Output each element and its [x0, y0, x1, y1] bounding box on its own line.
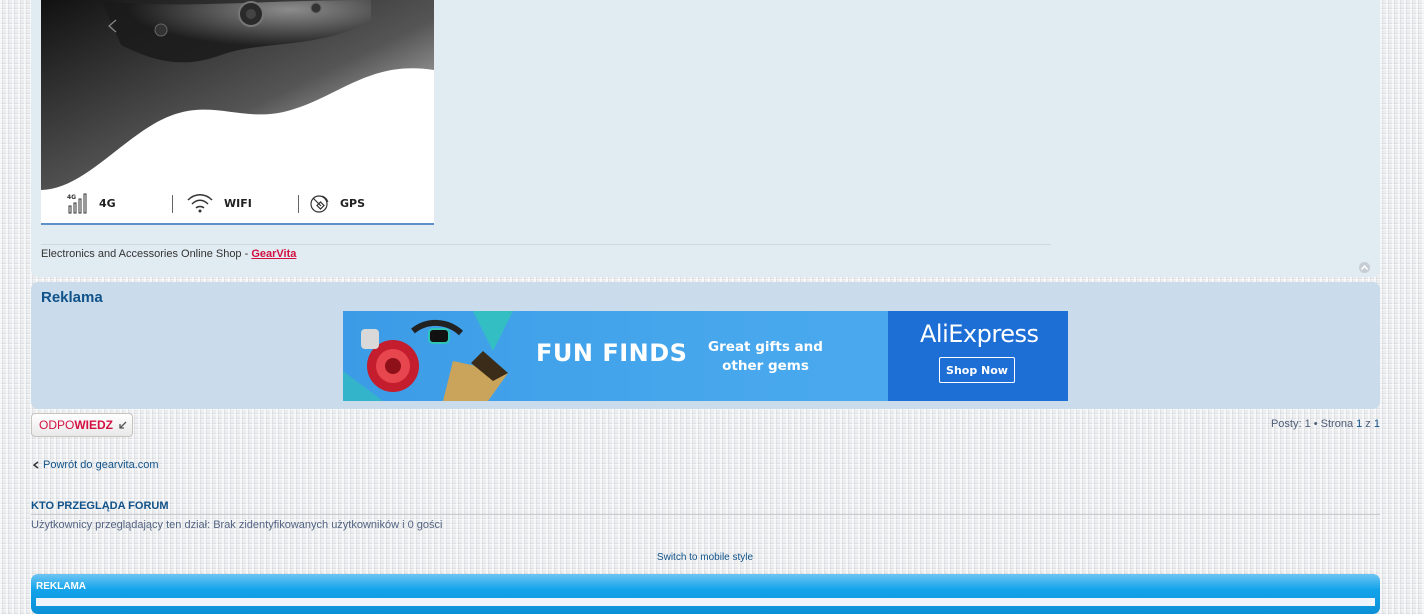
who-is-online-title: KTO PRZEGLĄDA FORUM	[31, 500, 169, 512]
gps-icon	[310, 195, 329, 213]
reply-label: ODPOWIEDZ	[39, 418, 114, 432]
spec-divider	[172, 195, 173, 213]
spec-4g: 4G 4G	[67, 192, 116, 214]
ad-left-section: FUN FINDS Great gifts and other gems	[343, 311, 888, 401]
signature-text: Electronics and Accessories Online Shop …	[41, 248, 252, 260]
back-link[interactable]: Powrót do gearvita.com	[33, 459, 159, 471]
spec-label-4g: 4G	[99, 196, 116, 210]
ad-headline: FUN FINDS	[536, 339, 688, 367]
shop-now-button[interactable]: Shop Now	[939, 357, 1015, 383]
reply-arrow-icon	[119, 421, 127, 429]
signature-divider	[41, 244, 1051, 245]
who-is-online-divider	[31, 514, 1380, 515]
footer-reklama-title: REKLAMA	[36, 581, 86, 592]
aliexpress-ad-banner[interactable]: FUN FINDS Great gifts and other gems Ali…	[343, 311, 1068, 401]
aliexpress-logo: AliExpress	[920, 320, 1039, 348]
svg-text:4G: 4G	[67, 194, 76, 201]
back-link-label: Powrót do gearvita.com	[43, 459, 159, 471]
mobile-style-link-row: Switch to mobile style	[0, 552, 1410, 563]
spec-label-gps: GPS	[340, 196, 366, 210]
gearvita-link[interactable]: GearVita	[251, 248, 296, 260]
ad-subline: Great gifts and other gems	[708, 339, 823, 374]
page-total-link[interactable]: 1	[1374, 418, 1380, 430]
switch-mobile-style-link[interactable]: Switch to mobile style	[657, 552, 753, 563]
spec-wifi: WIFI	[186, 192, 252, 214]
image-underline	[41, 223, 434, 225]
wifi-icon	[187, 194, 213, 213]
spec-divider	[298, 195, 299, 213]
back-to-top-icon[interactable]	[1359, 262, 1370, 273]
product-photo	[41, 0, 434, 190]
product-image: 4G 4G WIFI GPS	[41, 0, 434, 225]
signal-4g-icon: 4G	[67, 193, 87, 214]
who-is-online-text: Użytkownicy przeglądający ten dział: Bra…	[31, 519, 443, 531]
reklama-title: Reklama	[41, 289, 103, 306]
footer-reklama-content	[36, 598, 1375, 606]
pagination-info: Posty: 1 • Strona 1 z 1	[1270, 418, 1380, 430]
spec-label-wifi: WIFI	[224, 196, 252, 210]
spec-gps: GPS	[308, 192, 365, 214]
reply-button[interactable]: ODPOWIEDZ	[31, 413, 133, 437]
signature: Electronics and Accessories Online Shop …	[41, 248, 296, 260]
footer-reklama-bar: REKLAMA	[31, 574, 1380, 614]
ad-products-image	[343, 311, 513, 401]
chevron-left-icon	[33, 461, 39, 469]
